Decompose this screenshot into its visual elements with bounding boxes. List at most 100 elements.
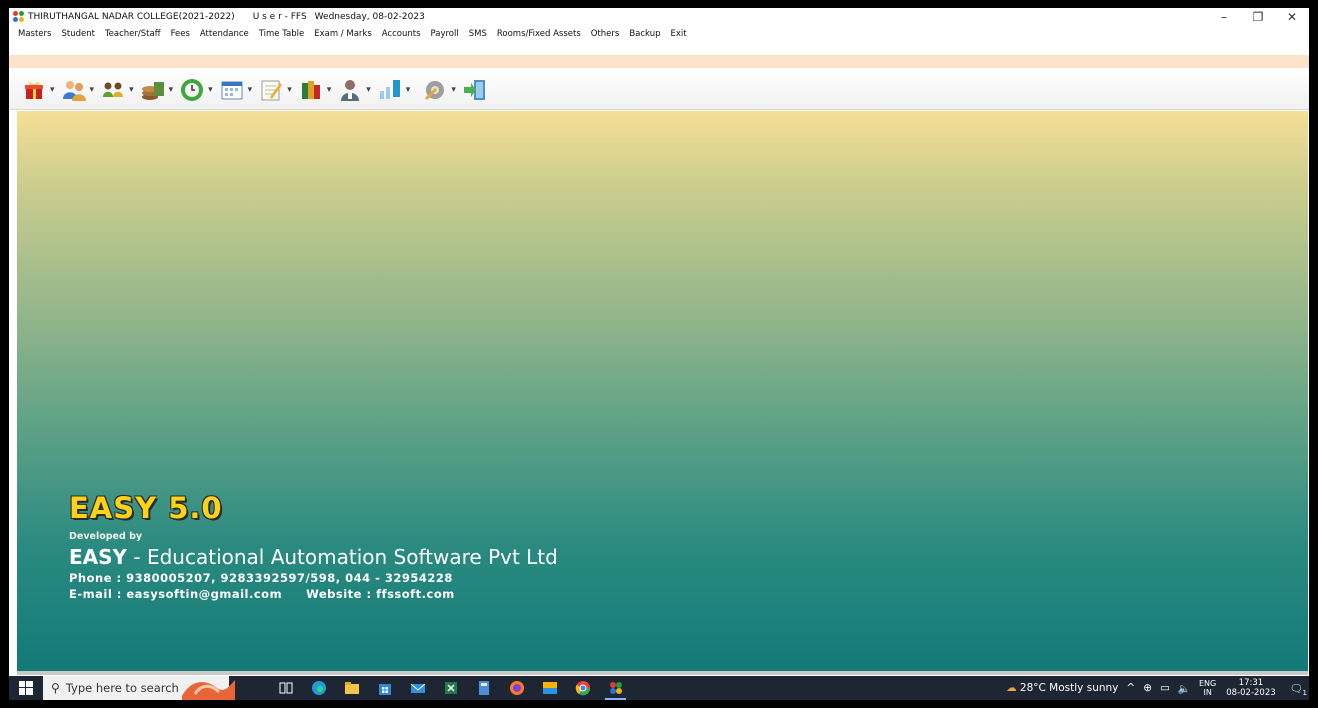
window-title-date: Wednesday, 08-02-2023 [314,12,425,22]
menu-backup[interactable]: Backup [624,29,665,39]
toolbar-dropdown-icon[interactable]: ▾ [90,85,95,95]
excel-button[interactable] [434,676,467,700]
toolbar-chart-button[interactable]: ▾ [377,77,411,103]
toolbar-clock-button[interactable]: ▾ [179,77,213,103]
calculator-button[interactable] [467,676,500,700]
main-area: EASY 5.0 Developed by EASY - Educational… [17,111,1308,671]
taskbar-apps [269,676,632,700]
menu-teacher-staff[interactable]: Teacher/Staff [100,29,166,39]
menu-masters[interactable]: Masters [9,29,56,39]
menu-fees[interactable]: Fees [166,29,195,39]
network-icon[interactable]: ⊕ [1143,682,1152,694]
menu-exit[interactable]: Exit [666,29,692,39]
speaker-muted-icon[interactable]: 🔈 [1178,682,1191,695]
company-name-rest: - Educational Automation Software Pvt Lt… [127,545,558,569]
status-bar [17,671,1308,675]
folder-icon [344,682,359,694]
task-view-button[interactable] [269,676,302,700]
chart-icon [379,79,400,99]
toolbar-settings-button[interactable]: ▾ [422,77,456,103]
easy-app-icon [609,682,622,694]
toolbar-people-button[interactable]: ▾ [61,77,95,103]
website-text: Website : ffssoft.com [306,587,455,601]
firefox-button[interactable] [500,676,533,700]
toolbar-dropdown-icon[interactable]: ▾ [169,85,174,95]
edge-icon [311,681,326,695]
gift-icon [25,81,43,99]
windows-icon [19,681,33,695]
menu-rooms-fixed-assets[interactable]: Rooms/Fixed Assets [492,29,586,39]
easy-app-button[interactable] [599,676,632,700]
file-explorer-button[interactable] [335,676,368,700]
toolbar-dropdown-icon[interactable]: ▾ [129,85,134,95]
window-title-user: U s e r - FFS [252,12,307,22]
display-icon[interactable]: ▭ [1160,682,1170,694]
toolbar-dropdown-icon[interactable]: ▾ [208,85,213,95]
books-icon [301,80,320,99]
weather-widget[interactable]: ☁ 28°C Mostly sunny [1006,682,1118,694]
weather-icon: ☁ [1006,682,1017,694]
email-website-line: E-mail : easysoftin@gmail.com Website : f… [69,587,558,601]
toolbar-gift-button[interactable]: ▾ [21,77,55,103]
clock[interactable]: 17:31 08-02-2023 [1226,678,1275,698]
app-window-icon [542,682,557,694]
start-button[interactable] [9,681,43,695]
close-button[interactable]: ✕ [1275,8,1309,26]
title-bar: THIRUTHANGAL NADAR COLLEGE(2021-2022) U … [9,8,1309,26]
menu-payroll[interactable]: Payroll [426,29,464,39]
email-text: E-mail : easysoftin@gmail.com [69,587,283,601]
menu-exam-marks[interactable]: Exam / Marks [309,29,377,39]
store-button[interactable] [368,676,401,700]
toolbar-group-button[interactable]: ▾ [100,77,134,103]
exit-icon [463,79,485,100]
store-icon [378,684,391,695]
language-indicator[interactable]: ENG IN [1199,679,1216,697]
toolbar-dropdown-icon[interactable]: ▾ [287,85,292,95]
people-icon [62,80,86,101]
task-view-icon [279,682,292,694]
menu-bar: Masters Student Teacher/Staff Fees Atten… [9,26,1309,42]
toolbar: ▾ ▾ ▾ ▾ ▾ ▾ ▾ ▾ ▾ ▾ ▾ [9,70,1309,110]
toolbar-money-button[interactable]: ▾ [140,77,174,103]
toolbar-dropdown-icon[interactable]: ▾ [50,85,55,95]
app-button[interactable] [533,676,566,700]
mail-button[interactable] [401,676,434,700]
gear-icon [425,80,445,100]
toolbar-books-button[interactable]: ▾ [298,77,332,103]
taskbar-search[interactable]: ⚲ Type here to search [43,676,235,700]
restore-button[interactable]: ❐ [1241,8,1275,26]
menu-others[interactable]: Others [586,29,625,39]
toolbar-dropdown-icon[interactable]: ▾ [406,85,411,95]
firefox-icon [509,681,524,695]
menu-student[interactable]: Student [56,29,99,39]
product-title: EASY 5.0 [69,491,223,525]
search-highlight-art-icon [182,680,235,700]
toolbar-dropdown-icon[interactable]: ▾ [366,85,371,95]
toolbar-calendar-button[interactable]: ▾ [219,77,253,103]
toolbar-exit-button[interactable] [462,77,488,103]
edge-button[interactable] [302,676,335,700]
menu-time-table[interactable]: Time Table [254,29,309,39]
menu-accounts[interactable]: Accounts [377,29,426,39]
toolbar-dropdown-icon[interactable]: ▾ [248,85,253,95]
spreadsheet-icon [444,682,457,694]
clock-date: 08-02-2023 [1226,688,1276,698]
chrome-button[interactable] [566,676,599,700]
window-title-app: THIRUTHANGAL NADAR COLLEGE(2021-2022) [28,12,235,22]
clock-time: 17:31 [1238,678,1264,688]
teacher-icon [341,79,360,101]
notification-center-icon[interactable]: 🗨 1 [1290,682,1307,697]
toolbar-dropdown-icon[interactable]: ▾ [327,85,332,95]
calculator-icon [478,681,489,695]
toolbar-dropdown-icon[interactable]: ▾ [451,85,456,95]
region-code: IN [1203,688,1212,697]
minimize-button[interactable]: – [1207,8,1241,26]
tray-overflow-button[interactable]: ^ [1126,682,1135,694]
menu-sms[interactable]: SMS [464,29,492,39]
menu-attendance[interactable]: Attendance [195,29,254,39]
toolbar-teacher-button[interactable]: ▾ [337,77,371,103]
toolbar-notepad-button[interactable]: ▾ [258,77,292,103]
notepad-icon [261,80,283,100]
system-tray: ☁ 28°C Mostly sunny ^ ⊕ ▭ 🔈 ENG IN 17:31 0… [1006,676,1309,700]
brand-block: EASY 5.0 Developed by EASY - Educational… [69,491,558,601]
